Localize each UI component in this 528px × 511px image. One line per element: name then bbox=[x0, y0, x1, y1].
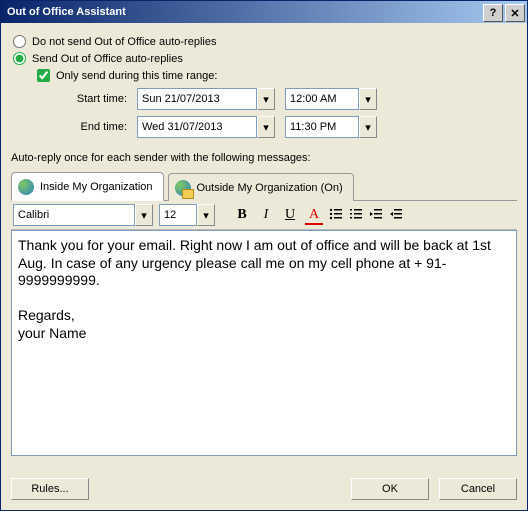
underline-button[interactable]: U bbox=[281, 206, 299, 224]
check-timerange-input[interactable] bbox=[37, 69, 50, 82]
globe-mail-icon bbox=[175, 180, 191, 196]
size-value: 12 bbox=[159, 204, 197, 226]
radio-no-autoreply[interactable]: Do not send Out of Office auto-replies bbox=[11, 35, 517, 48]
chevron-down-icon[interactable]: ▾ bbox=[135, 204, 153, 226]
ok-button[interactable]: OK bbox=[351, 478, 429, 500]
end-time-value: 11:30 PM bbox=[285, 116, 359, 138]
outdent-button[interactable] bbox=[369, 207, 383, 224]
tab-bar: Inside My Organization Outside My Organi… bbox=[11, 172, 517, 201]
globe-icon bbox=[18, 179, 34, 195]
chevron-down-icon[interactable]: ▾ bbox=[257, 116, 275, 138]
font-combo[interactable]: Calibri ▾ bbox=[13, 204, 153, 226]
bullets-button[interactable] bbox=[329, 207, 343, 224]
start-time-value: 12:00 AM bbox=[285, 88, 359, 110]
help-button[interactable]: ? bbox=[483, 4, 503, 22]
radio-send-autoreply[interactable]: Send Out of Office auto-replies bbox=[11, 52, 517, 65]
radio-send-autoreply-input[interactable] bbox=[13, 52, 26, 65]
end-date-combo[interactable]: Wed 31/07/2013 ▾ bbox=[137, 116, 275, 138]
end-time-combo[interactable]: 11:30 PM ▾ bbox=[285, 116, 377, 138]
indent-button[interactable] bbox=[389, 207, 403, 224]
font-color-button[interactable]: A bbox=[305, 206, 323, 224]
size-combo[interactable]: 12 ▾ bbox=[159, 204, 215, 226]
start-time-label: Start time: bbox=[57, 93, 127, 105]
cancel-button[interactable]: Cancel bbox=[439, 478, 517, 500]
chevron-down-icon[interactable]: ▾ bbox=[359, 88, 377, 110]
start-date-combo[interactable]: Sun 21/07/2013 ▾ bbox=[137, 88, 275, 110]
check-timerange[interactable]: Only send during this time range: bbox=[35, 69, 517, 82]
start-time-combo[interactable]: 12:00 AM ▾ bbox=[285, 88, 377, 110]
message-editor[interactable]: Thank you for your email. Right now I am… bbox=[11, 230, 517, 456]
chevron-down-icon[interactable]: ▾ bbox=[197, 204, 215, 226]
window-title: Out of Office Assistant bbox=[7, 6, 126, 18]
start-date-value: Sun 21/07/2013 bbox=[137, 88, 257, 110]
radio-send-autoreply-label: Send Out of Office auto-replies bbox=[32, 53, 183, 65]
titlebar[interactable]: Out of Office Assistant ? ✕ bbox=[1, 1, 527, 23]
numbering-button[interactable] bbox=[349, 207, 363, 224]
bold-button[interactable]: B bbox=[233, 206, 251, 224]
time-range-grid: Start time: Sun 21/07/2013 ▾ 12:00 AM ▾ … bbox=[57, 88, 517, 138]
font-value: Calibri bbox=[13, 204, 135, 226]
tab-inside[interactable]: Inside My Organization bbox=[11, 172, 164, 201]
chevron-down-icon[interactable]: ▾ bbox=[257, 88, 275, 110]
prompt-label: Auto-reply once for each sender with the… bbox=[11, 152, 517, 164]
chevron-down-icon[interactable]: ▾ bbox=[359, 116, 377, 138]
end-date-value: Wed 31/07/2013 bbox=[137, 116, 257, 138]
check-timerange-label: Only send during this time range: bbox=[56, 70, 217, 82]
tab-outside-label: Outside My Organization (On) bbox=[197, 182, 343, 194]
radio-no-autoreply-label: Do not send Out of Office auto-replies bbox=[32, 36, 216, 48]
end-time-label: End time: bbox=[57, 121, 127, 133]
tab-inside-label: Inside My Organization bbox=[40, 181, 153, 193]
dialog-window: Out of Office Assistant ? ✕ Do not send … bbox=[0, 0, 528, 511]
italic-button[interactable]: I bbox=[257, 206, 275, 224]
rules-button[interactable]: Rules... bbox=[11, 478, 89, 500]
tab-outside[interactable]: Outside My Organization (On) bbox=[168, 173, 354, 201]
format-toolbar: Calibri ▾ 12 ▾ B I U A bbox=[11, 201, 517, 230]
close-button[interactable]: ✕ bbox=[505, 4, 525, 22]
radio-no-autoreply-input[interactable] bbox=[13, 35, 26, 48]
